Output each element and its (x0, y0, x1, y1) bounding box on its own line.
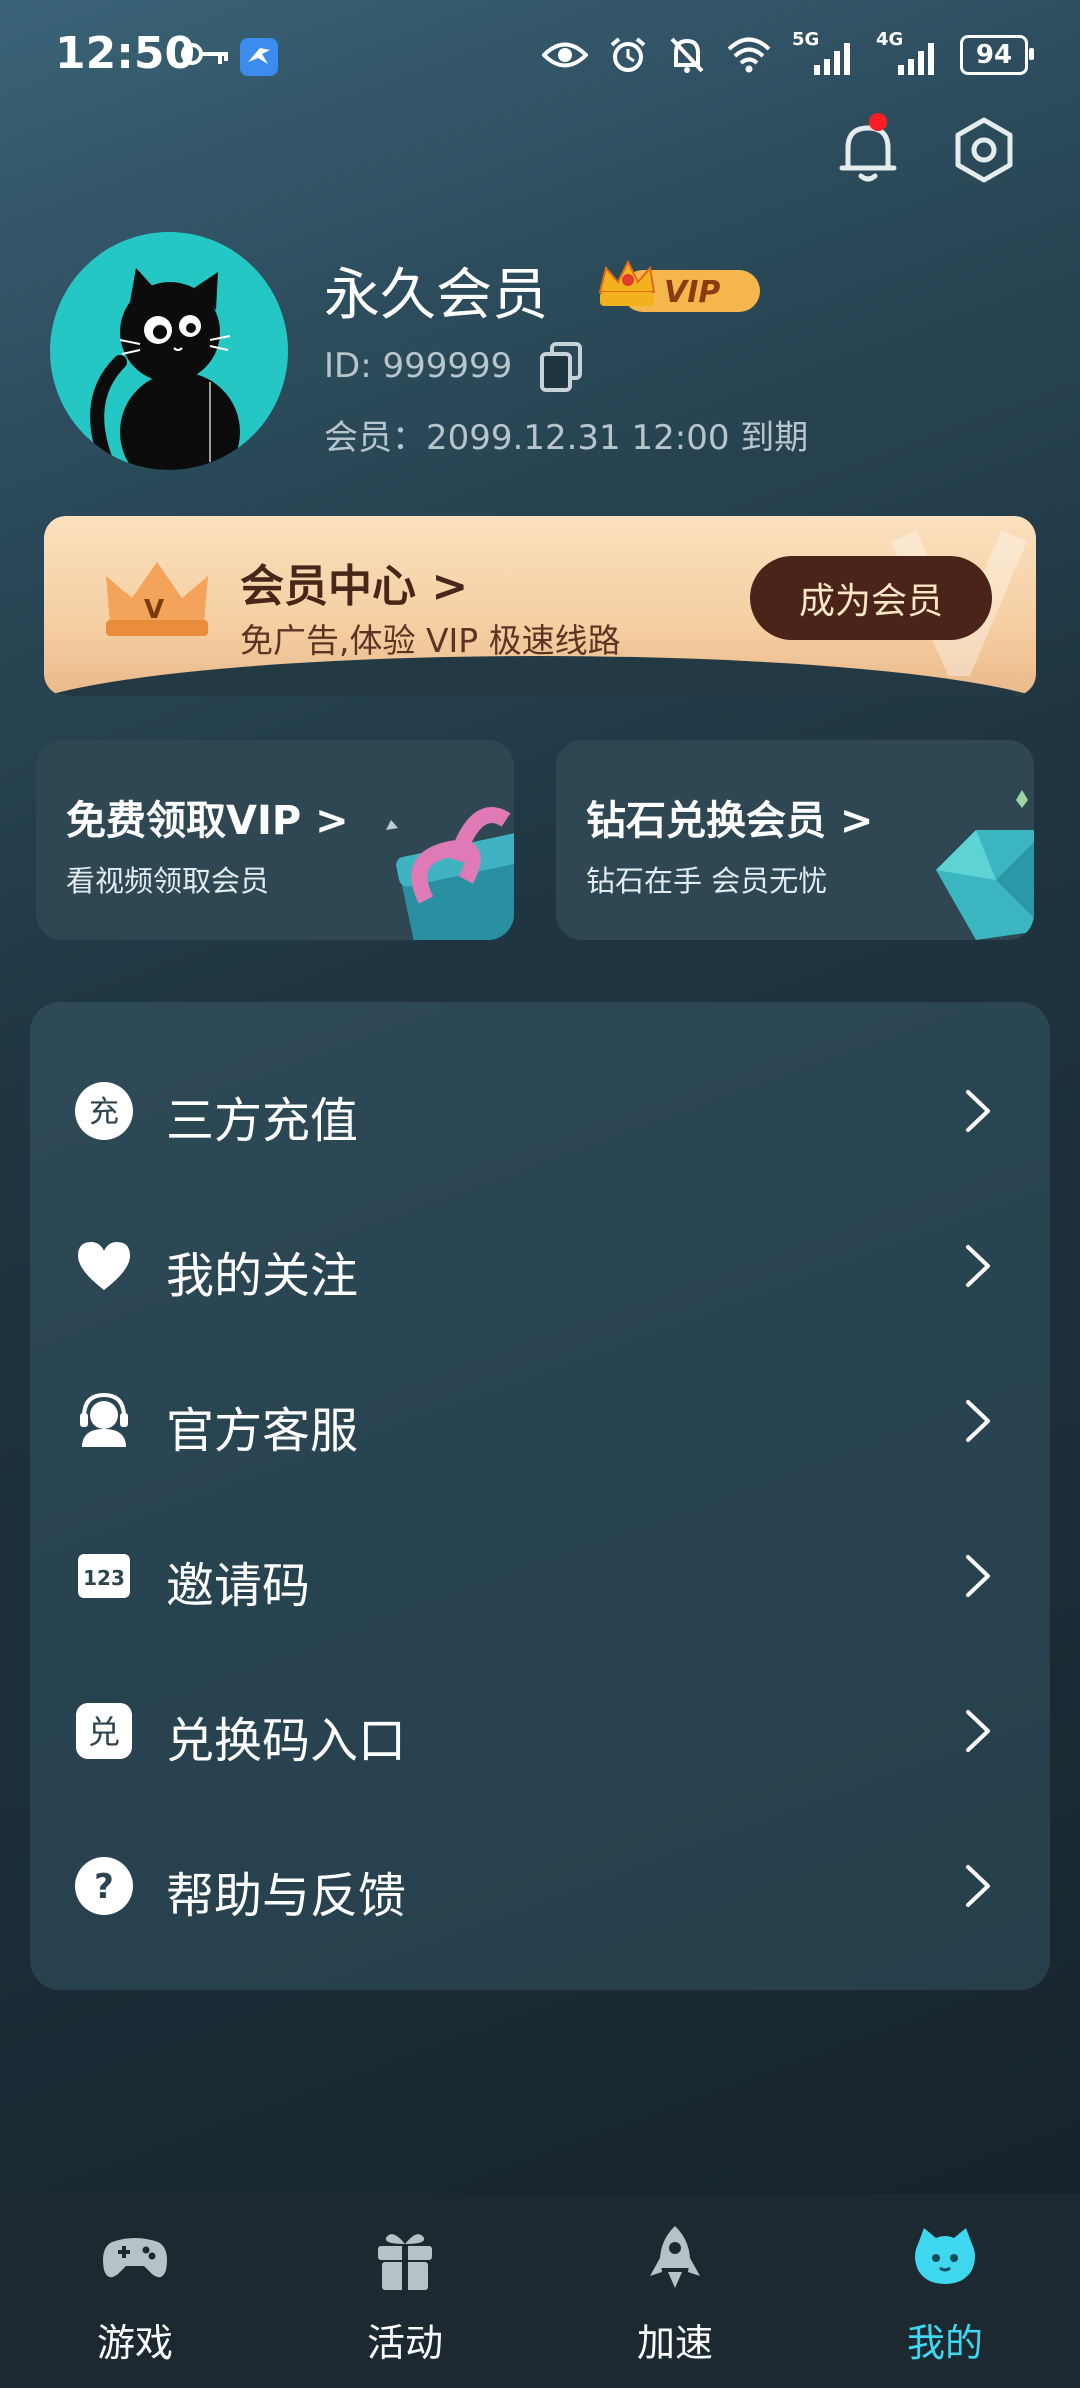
menu-label: 兑换码入口 (166, 1713, 407, 1769)
crown-icon: V (106, 562, 208, 636)
menu-item-redeem-code[interactable]: 兑 兑换码入口 (30, 1653, 1050, 1808)
menu-item-help-feedback[interactable]: ? 帮助与反馈 (30, 1808, 1050, 1963)
redeem-code-icon-glyph: 兑 (88, 1713, 120, 1751)
key-icon (181, 43, 228, 65)
menu-label: 帮助与反馈 (166, 1868, 407, 1924)
rocket-icon (650, 2226, 700, 2288)
headset-agent-icon (80, 1392, 128, 1447)
menu-item-customer-service[interactable]: 官方客服 (30, 1343, 1050, 1498)
nav-label: 加速 (636, 2321, 713, 2365)
signal-5g-icon: 5G (792, 29, 856, 77)
menu-item-invite-code[interactable]: 123 邀请码 (30, 1498, 1050, 1653)
free-vip-title: 免费领取VIP > (66, 798, 349, 844)
menu-item-my-follows[interactable]: 我的关注 (30, 1188, 1050, 1343)
help-icon-glyph: ? (94, 1867, 114, 1907)
chevron-right-icon (966, 1400, 990, 1442)
crown-letter: V (144, 595, 164, 625)
help-question-icon: ? (75, 1857, 133, 1915)
invite-code-icon: 123 (78, 1554, 130, 1598)
membership-expiry: 会员：2099.12.31 12:00 到期 (324, 418, 809, 458)
nav-label: 游戏 (96, 2321, 173, 2365)
eye-icon (542, 42, 588, 68)
vip-badge: VIP (598, 259, 760, 312)
mute-bell-icon (670, 37, 704, 73)
member-center-banner[interactable]: V 会员中心 > 免广告,体验 VIP 极速线路 成为会员 (44, 516, 1036, 696)
black-cat-avatar-icon (90, 268, 240, 470)
nav-tab-games[interactable]: 游戏 (0, 2194, 270, 2388)
nav-tab-accelerate[interactable]: 加速 (540, 2194, 810, 2388)
chevron-right-icon (966, 1245, 990, 1287)
member-center-title: 会员中心 > (240, 561, 469, 612)
nav-label-active: 我的 (906, 2321, 983, 2365)
wifi-icon (727, 37, 771, 73)
free-vip-card[interactable]: 免费领取VIP > 看视频领取会员 (36, 740, 514, 940)
recharge-icon-glyph: 充 (89, 1095, 119, 1130)
chevron-right-icon (966, 1090, 990, 1132)
member-center-subtitle: 免广告,体验 VIP 极速线路 (240, 621, 621, 660)
status-bar: 12:50 5G 4G 94 (0, 0, 1080, 120)
bottom-navigation: 游戏 活动 加速 我的 (0, 2194, 1080, 2388)
recharge-icon: 充 (75, 1082, 133, 1140)
profile-id: ID: 999999 (324, 346, 513, 386)
menu-label: 邀请码 (166, 1558, 311, 1614)
diamond-icon (936, 790, 1034, 940)
free-vip-subtitle: 看视频领取会员 (66, 864, 270, 898)
become-member-button[interactable]: 成为会员 (750, 556, 992, 640)
gift-icon (378, 2234, 432, 2290)
settings-button[interactable] (944, 110, 1024, 190)
profile-mascot-icon (915, 2228, 975, 2284)
alarm-icon (610, 37, 646, 72)
chevron-right-icon (966, 1555, 990, 1597)
menu-label: 我的关注 (166, 1248, 359, 1304)
invite-code-icon-glyph: 123 (83, 1566, 125, 1590)
status-time: 12:50 (55, 28, 196, 79)
heart-icon (78, 1242, 130, 1290)
chevron-right-icon (966, 1865, 990, 1907)
signal-4g-icon: 4G (876, 29, 940, 77)
diamond-exchange-card[interactable]: 钻石兑换会员 > 钻石在手 会员无忧 (556, 740, 1034, 940)
bell-icon (839, 113, 897, 182)
menu-item-third-party-recharge[interactable]: 充 三方充值 (30, 1033, 1050, 1188)
avatar[interactable] (50, 232, 288, 470)
notification-button[interactable] (828, 110, 908, 190)
vip-badge-label: VIP (664, 275, 720, 310)
copy-id-icon[interactable] (536, 340, 586, 394)
gift-box-icon (386, 807, 514, 940)
app-notification-icon (240, 38, 278, 76)
gamepad-icon (103, 2238, 167, 2278)
diamond-exchange-subtitle: 钻石在手 会员无忧 (586, 864, 828, 898)
menu-label: 官方客服 (166, 1403, 359, 1459)
diamond-exchange-title: 钻石兑换会员 > (586, 798, 874, 844)
nav-label: 活动 (366, 2321, 443, 2365)
chevron-right-icon (966, 1710, 990, 1752)
profile-name: 永久会员 (324, 263, 548, 328)
redeem-code-icon: 兑 (76, 1703, 132, 1759)
settings-hexagon-icon (955, 117, 1013, 183)
status-icons: 5G 4G 94 (542, 29, 1034, 80)
battery-indicator: 94 (960, 35, 1034, 75)
nav-tab-mine[interactable]: 我的 (810, 2194, 1080, 2388)
notification-dot (869, 113, 887, 131)
nav-tab-activities[interactable]: 活动 (270, 2194, 540, 2388)
menu-label: 三方充值 (166, 1093, 359, 1149)
menu-panel: 充 三方充值 我的关注 官方客服 123 邀请码 兑 兑换码入口 ? 帮助与反馈 (30, 1002, 1050, 1990)
